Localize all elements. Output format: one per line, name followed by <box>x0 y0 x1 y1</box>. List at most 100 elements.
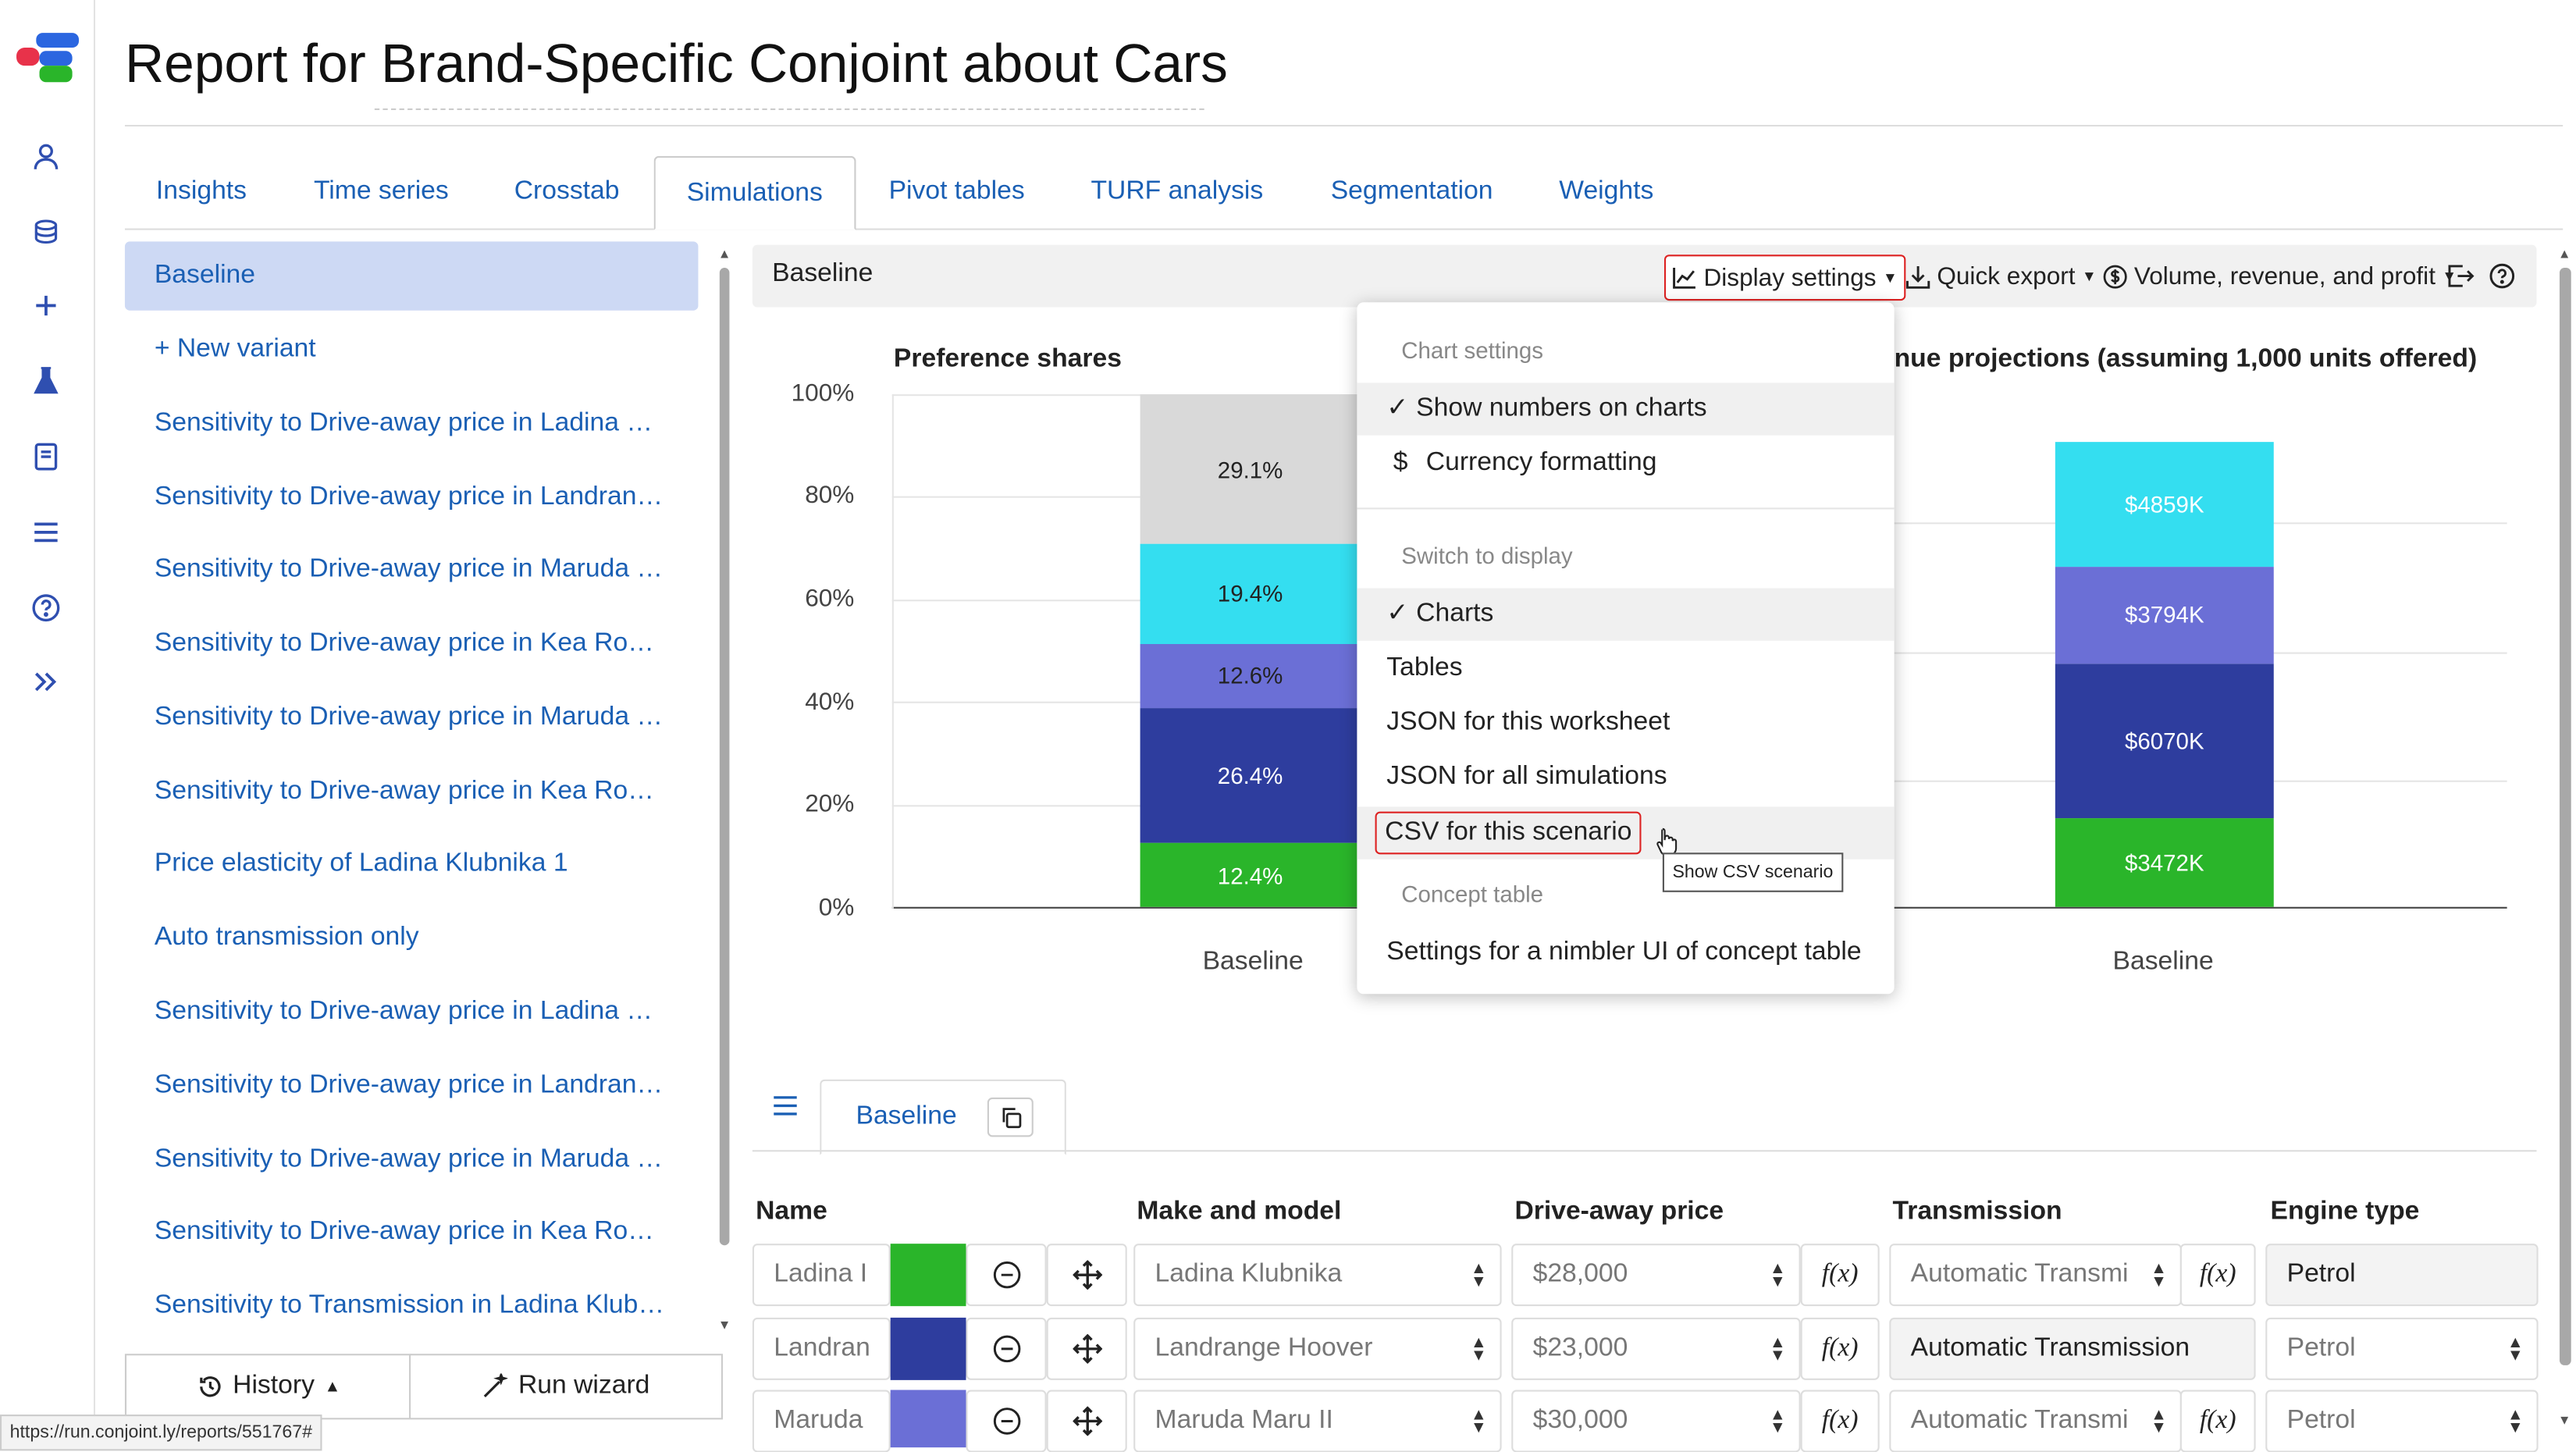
caret-up-icon: ▲ <box>324 1377 341 1396</box>
sidebar-item[interactable]: Sensitivity to Drive-away price in Kea R… <box>125 610 696 678</box>
coins-icon[interactable] <box>28 214 64 250</box>
price-select[interactable]: $23,000 ▲ ▼ <box>1511 1317 1801 1380</box>
menu-item-charts[interactable]: ✓ Charts <box>1357 588 1895 641</box>
sidebar-item[interactable]: Sensitivity to Drive-away price in Kea R… <box>125 757 696 826</box>
display-settings-button[interactable]: Display settings ▼ <box>1663 254 1906 301</box>
chart-title-preference: Preference shares <box>893 344 1122 373</box>
tab-insights[interactable]: Insights <box>125 156 278 226</box>
menu-item-nimbler-ui[interactable]: Settings for a nimbler UI of concept tab… <box>1357 927 1894 979</box>
concept-menu-icon[interactable] <box>772 1094 799 1126</box>
y-tick: 0% <box>818 893 855 922</box>
export-button[interactable] <box>2446 254 2475 297</box>
book-icon[interactable] <box>28 439 64 475</box>
left-rail <box>0 0 96 1448</box>
tab-turf-analysis[interactable]: TURF analysis <box>1059 156 1294 226</box>
remove-icon[interactable] <box>966 1317 1047 1380</box>
menu-item-currency[interactable]: $ Currency formatting <box>1357 437 1894 489</box>
menu-icon[interactable] <box>28 514 64 550</box>
sidebar-item[interactable]: Price elasticity of Ladina Klubnika 1 <box>125 830 696 899</box>
sidebar-item-baseline[interactable]: Baseline <box>124 241 699 311</box>
sidebar-item[interactable]: Sensitivity to Drive-away price in Ladin… <box>125 977 696 1046</box>
flask-icon[interactable] <box>28 363 64 399</box>
menu-item-csv-scenario[interactable]: CSV for this scenario <box>1357 806 1895 859</box>
sidebar-item[interactable]: Sensitivity to Drive-away price in Marud… <box>125 1126 696 1194</box>
make-model-select[interactable]: Ladina Klubnika ▲ ▼ <box>1133 1244 1502 1307</box>
make-model-select[interactable]: Maruda Maru II ▲ ▼ <box>1133 1390 1502 1452</box>
menu-item-json-worksheet[interactable]: JSON for this worksheet <box>1357 696 1894 749</box>
remove-icon[interactable] <box>966 1390 1047 1452</box>
menu-item-json-all[interactable]: JSON for all simulations <box>1357 751 1894 803</box>
make-model-select[interactable]: Landrange Hoover ▲ ▼ <box>1133 1317 1502 1380</box>
concept-tab-divider <box>752 1150 2537 1152</box>
fx-button[interactable]: f(x) <box>1800 1390 1880 1452</box>
engine-cell[interactable]: Petrol <box>2265 1244 2539 1307</box>
sidebar-item-new-variant[interactable]: + New variant <box>125 315 696 384</box>
price-select[interactable]: $28,000 ▲ ▼ <box>1511 1244 1801 1307</box>
expand-icon[interactable] <box>28 664 64 699</box>
move-icon[interactable] <box>1046 1390 1127 1452</box>
fx-button[interactable]: f(x) <box>2179 1244 2256 1307</box>
engine-select[interactable]: Petrol ▲ ▼ <box>2265 1390 2539 1452</box>
user-icon[interactable] <box>28 138 64 174</box>
fx-button[interactable]: f(x) <box>2179 1390 2256 1452</box>
engine-select[interactable]: Petrol ▲ ▼ <box>2265 1317 2539 1380</box>
x-tick-label: Baseline <box>2112 948 2214 977</box>
display-settings-label: Display settings <box>1703 263 1877 292</box>
concept-name-input[interactable]: Ladina I <box>752 1244 891 1307</box>
concept-color-swatch[interactable] <box>890 1390 966 1448</box>
transmission-cell[interactable]: Automatic Transmission <box>1889 1317 2256 1380</box>
metric-label: Volume, revenue, and profit <box>2133 262 2435 290</box>
share-icon <box>2448 265 2475 287</box>
concept-color-swatch[interactable] <box>890 1317 966 1380</box>
tab-simulations[interactable]: Simulations <box>653 155 856 230</box>
transmission-select[interactable]: Automatic Transmi ▲ ▼ <box>1889 1390 2182 1452</box>
y-tick: 40% <box>805 688 855 717</box>
fx-button[interactable]: f(x) <box>1800 1244 1880 1307</box>
fx-button[interactable]: f(x) <box>1800 1317 1880 1380</box>
move-icon[interactable] <box>1046 1244 1127 1307</box>
tab-crosstab[interactable]: Crosstab <box>483 156 651 226</box>
tab-segmentation[interactable]: Segmentation <box>1300 156 1525 226</box>
y-tick: 80% <box>805 481 855 510</box>
menu-item-show-numbers[interactable]: ✓ Show numbers on charts <box>1357 383 1895 436</box>
sidebar-scroll-thumb[interactable] <box>719 268 730 1246</box>
concept-name-input[interactable]: Maruda <box>752 1390 891 1452</box>
concept-tab-baseline[interactable]: Baseline <box>820 1079 1066 1155</box>
tab-weights[interactable]: Weights <box>1528 156 1685 226</box>
move-icon[interactable] <box>1046 1317 1127 1380</box>
sidebar-item[interactable]: Sensitivity to Drive-away price in Landr… <box>125 1052 696 1120</box>
page-scrollbar[interactable]: ▲ ▼ <box>2558 247 2574 1429</box>
tab-time-series[interactable]: Time series <box>283 156 480 226</box>
sidebar-item[interactable]: Sensitivity to Drive-away price in Ladin… <box>125 390 696 458</box>
bar-data-label: $3472K <box>2125 849 2204 876</box>
sidebar-item[interactable]: Sensitivity to Drive-away price in Marud… <box>125 536 696 604</box>
run-wizard-button[interactable]: Run wizard <box>409 1354 724 1420</box>
menu-item-tables[interactable]: Tables <box>1357 642 1894 695</box>
concept-color-swatch[interactable] <box>890 1244 966 1307</box>
menu-section-concept-table: Concept table <box>1401 881 1544 907</box>
price-value: $23,000 <box>1532 1333 1628 1362</box>
quick-export-button[interactable]: Quick export ▼ <box>1905 254 2097 297</box>
sidebar-item[interactable]: Sensitivity to Drive-away price in Landr… <box>125 463 696 532</box>
help-button[interactable] <box>2489 254 2515 297</box>
copy-icon[interactable] <box>987 1097 1034 1137</box>
concept-name-input[interactable]: Landran <box>752 1317 891 1380</box>
remove-icon[interactable] <box>966 1244 1047 1307</box>
plus-icon[interactable] <box>28 287 64 323</box>
help-icon[interactable] <box>28 590 64 626</box>
transmission-value: Automatic Transmi <box>1910 1406 2129 1435</box>
tab-pivot-tables[interactable]: Pivot tables <box>858 156 1056 226</box>
transmission-select[interactable]: Automatic Transmi ▲ ▼ <box>1889 1244 2182 1307</box>
select-arrows-icon: ▲ ▼ <box>2507 1333 2524 1365</box>
x-axis <box>891 906 1361 909</box>
app-logo[interactable] <box>13 30 82 86</box>
bar-segment: 12.4% <box>1140 843 1361 907</box>
metric-selector[interactable]: Volume, revenue, and profit ▼ <box>2103 254 2457 297</box>
sidebar-item[interactable]: Sensitivity to Drive-away price in Kea R… <box>125 1198 696 1266</box>
sidebar-item[interactable]: Sensitivity to Drive-away price in Marud… <box>125 684 696 753</box>
page-title: Report for Brand-Specific Conjoint about… <box>124 33 1228 94</box>
price-select[interactable]: $30,000 ▲ ▼ <box>1511 1390 1801 1452</box>
history-button[interactable]: History ▲ <box>124 1354 413 1420</box>
sidebar-item[interactable]: Auto transmission only <box>125 904 696 973</box>
sidebar-item[interactable]: Sensitivity to Transmission in Ladina Kl… <box>125 1272 696 1340</box>
